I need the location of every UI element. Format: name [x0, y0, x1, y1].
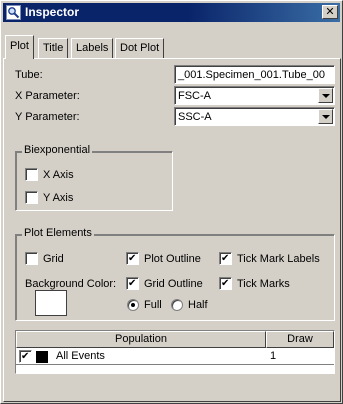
plot-outline-checkbox[interactable]	[126, 252, 139, 265]
full-label: Full	[144, 299, 162, 311]
tab-title[interactable]: Title	[38, 38, 69, 58]
y-parameter-select[interactable]: SSC-A	[174, 107, 335, 126]
population-header[interactable]: Population	[16, 331, 266, 348]
background-color-label: Background Color:	[25, 278, 117, 290]
tab-plot[interactable]: Plot	[5, 35, 34, 59]
tick-mark-labels-label: Tick Mark Labels	[237, 253, 320, 265]
population-visible-checkbox[interactable]	[19, 350, 32, 363]
grid-checkbox[interactable]	[25, 252, 38, 265]
inspector-window: Inspector ✕ Plot Title Labels Dot Plot T…	[0, 0, 343, 404]
biexponential-group-title: Biexponential	[22, 144, 93, 156]
inspector-app-icon	[6, 5, 21, 20]
population-table: Population Draw All Events 1	[15, 330, 335, 374]
background-color-swatch[interactable]	[35, 290, 67, 316]
chevron-down-icon[interactable]	[318, 88, 333, 103]
tick-marks-label: Tick Marks	[237, 278, 290, 290]
tube-label: Tube:	[15, 69, 43, 81]
table-row[interactable]: All Events 1	[16, 348, 334, 365]
grid-label: Grid	[43, 253, 64, 265]
tube-field[interactable]: _001.Specimen_001.Tube_00	[174, 65, 335, 84]
y-parameter-value: SSC-A	[178, 111, 212, 123]
tab-dot-plot[interactable]: Dot Plot	[115, 38, 165, 58]
y-parameter-label: Y Parameter:	[15, 111, 80, 123]
chevron-down-icon[interactable]	[318, 109, 333, 124]
y-axis-label: Y Axis	[43, 192, 74, 204]
x-axis-checkbox[interactable]	[25, 168, 38, 181]
grid-outline-label: Grid Outline	[144, 278, 203, 290]
x-axis-label: X Axis	[43, 169, 74, 181]
half-label: Half	[188, 299, 208, 311]
x-parameter-select[interactable]: FSC-A	[174, 86, 335, 105]
tab-labels[interactable]: Labels	[71, 38, 114, 58]
close-button[interactable]: ✕	[322, 5, 338, 19]
plot-outline-label: Plot Outline	[144, 253, 201, 265]
plot-elements-group-title: Plot Elements	[22, 227, 94, 239]
population-color-swatch[interactable]	[36, 351, 48, 363]
population-draw-value: 1	[270, 350, 277, 362]
y-axis-checkbox[interactable]	[25, 191, 38, 204]
magnifier-icon	[8, 7, 20, 19]
title-bar[interactable]: Inspector ✕	[3, 3, 340, 22]
grid-outline-checkbox[interactable]	[126, 277, 139, 290]
tick-marks-checkbox[interactable]	[219, 277, 232, 290]
population-name: All Events	[56, 350, 105, 362]
half-radio[interactable]	[171, 299, 183, 311]
biexponential-group: Biexponential	[15, 144, 173, 211]
full-radio[interactable]	[127, 299, 139, 311]
x-parameter-value: FSC-A	[178, 90, 211, 102]
tick-mark-labels-checkbox[interactable]	[219, 252, 232, 265]
draw-header[interactable]: Draw	[266, 331, 334, 348]
window-title: Inspector	[25, 5, 80, 19]
tube-value: _001.Specimen_001.Tube_00	[178, 69, 325, 81]
x-parameter-label: X Parameter:	[15, 90, 80, 102]
